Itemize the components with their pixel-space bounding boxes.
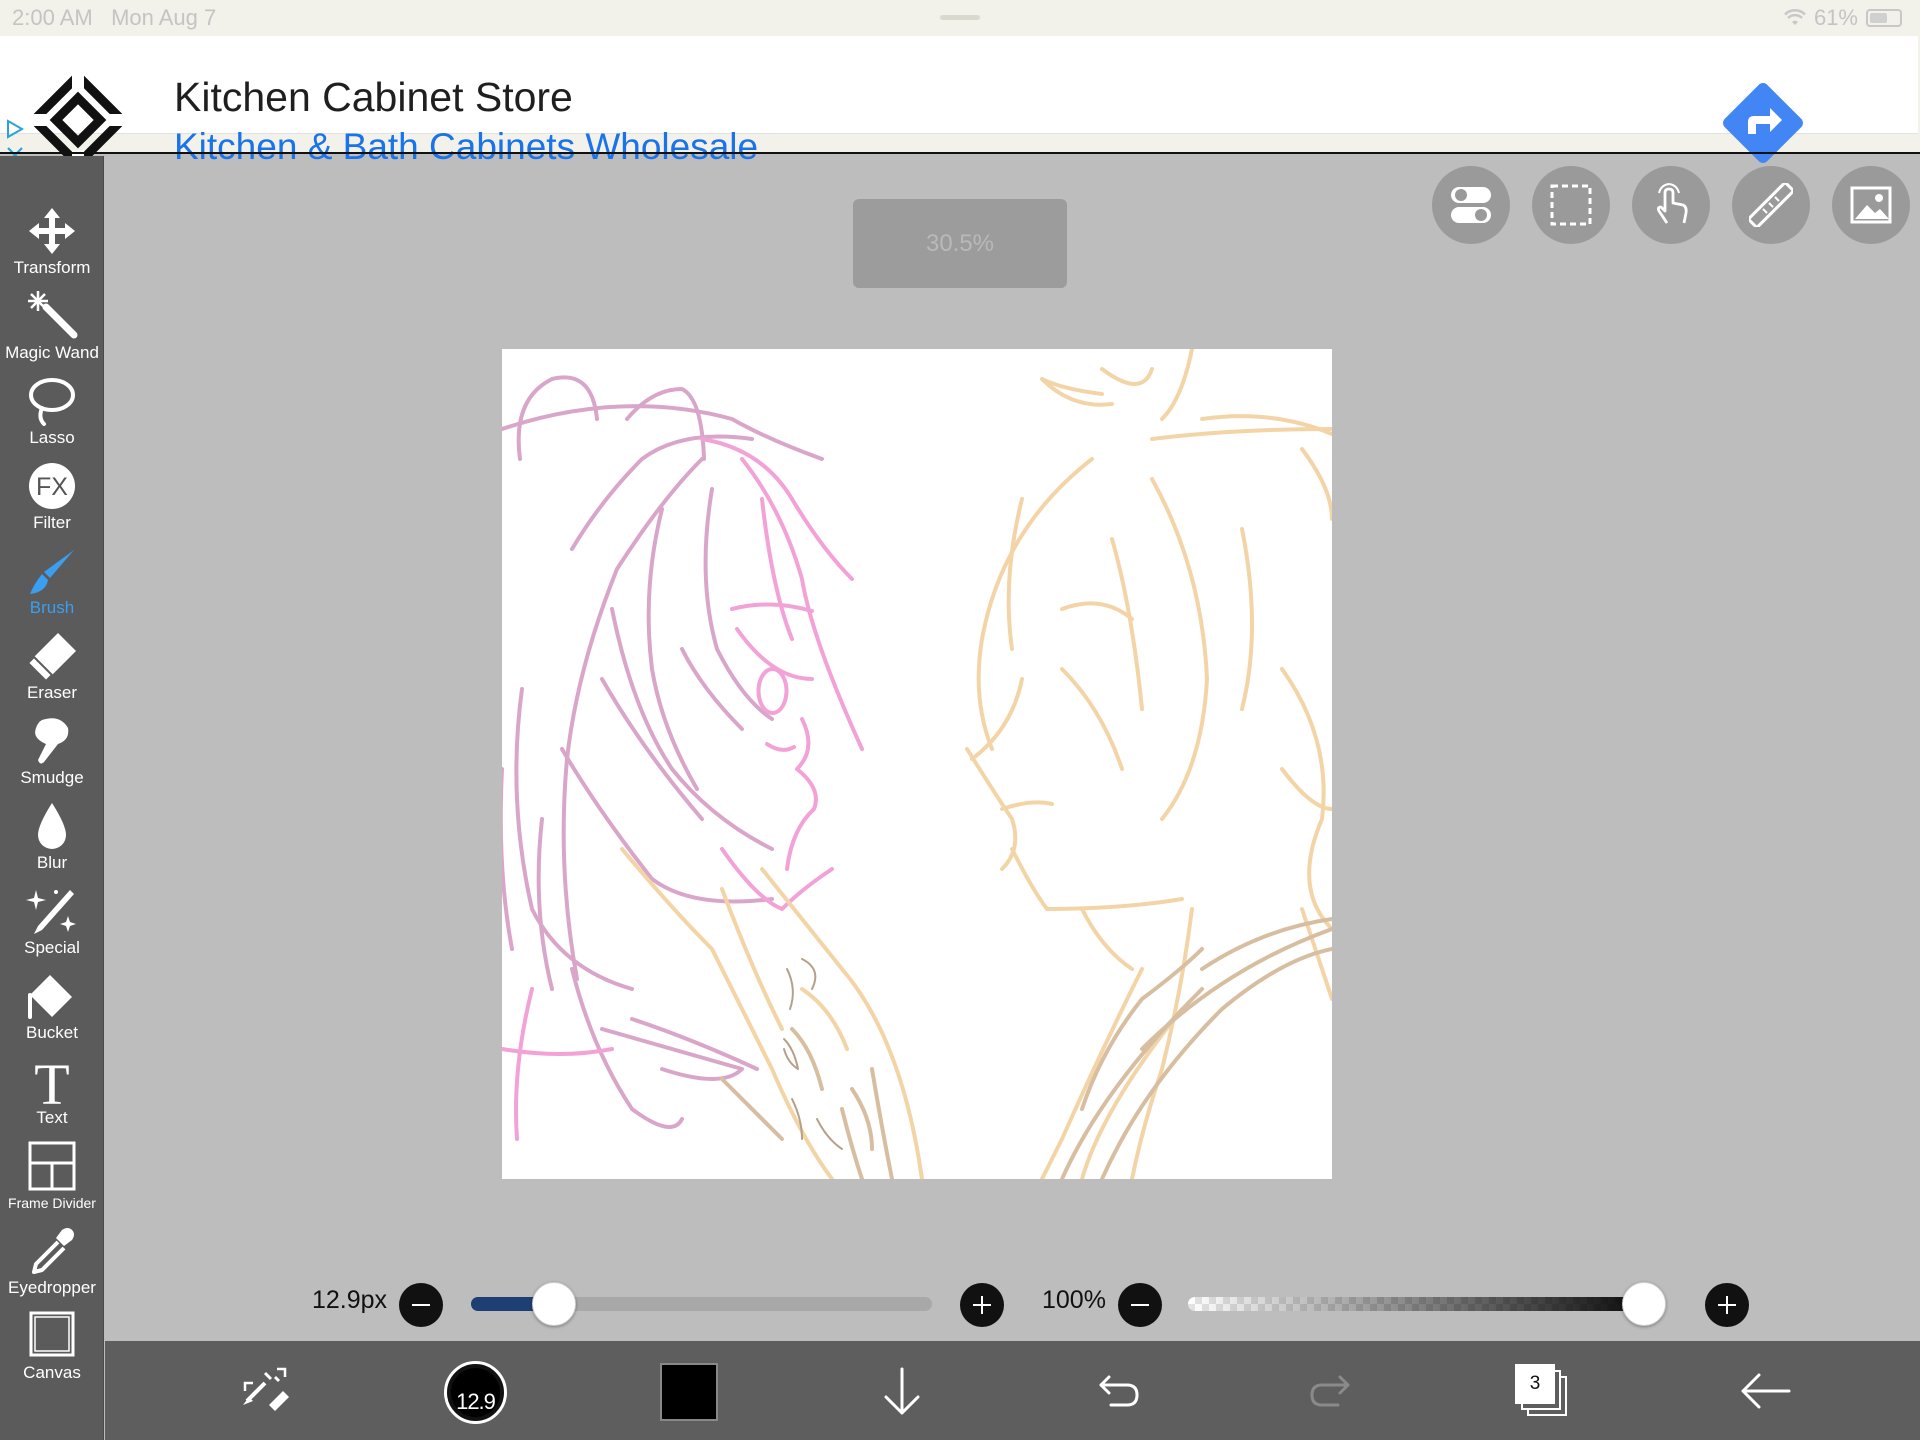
status-bar: 2:00 AM Mon Aug 7 61% [0, 0, 1920, 34]
eraser-icon [26, 633, 76, 683]
download-button[interactable] [862, 1341, 942, 1440]
quick-actions-button[interactable] [225, 1341, 305, 1440]
ad-banner[interactable]: Kitchen Cabinet Store Kitchen & Bath Cab… [0, 34, 1920, 170]
touch-icon [1656, 183, 1688, 224]
tool-smudge[interactable]: Smudge [0, 714, 104, 799]
selection-icon [1550, 184, 1592, 226]
brush-icon [30, 550, 74, 594]
brush-size-badge: 12.9 [456, 1389, 496, 1414]
adchoices-icon[interactable] [4, 118, 26, 140]
bucket-icon [28, 975, 72, 1019]
ruler-icon [1749, 183, 1793, 227]
tool-magic-wand[interactable]: Magic Wand [0, 289, 104, 374]
brush-opacity-slider[interactable] [1188, 1297, 1664, 1311]
undo-button[interactable] [1077, 1341, 1157, 1440]
zoom-indicator: 30.5% [853, 199, 1067, 288]
arrow-down-icon [884, 1367, 920, 1415]
fx-icon: FX [29, 463, 75, 509]
arrow-left-icon [1741, 1373, 1791, 1409]
magic-wand-icon [28, 291, 78, 339]
wifi-icon [1784, 9, 1806, 25]
size-increase-button[interactable] [960, 1283, 1004, 1327]
selection-button[interactable] [1532, 166, 1610, 244]
tool-panel: Transform Magic Wand Lasso FX Filter Bru… [0, 156, 104, 1440]
tool-label: Canvas [23, 1363, 81, 1382]
tool-transform[interactable]: Transform [0, 204, 104, 289]
tool-label: Lasso [29, 428, 75, 447]
tool-special[interactable]: Special [0, 884, 104, 969]
tool-label: Filter [33, 513, 71, 532]
status-right: 61% [1784, 5, 1902, 31]
opacity-decrease-button[interactable] [1118, 1283, 1162, 1327]
layer-count-badge: 3 [1515, 1364, 1555, 1404]
droplet-icon [38, 803, 66, 849]
redo-icon [1310, 1375, 1350, 1407]
tool-label: Smudge [20, 768, 84, 787]
tool-label: Special [24, 938, 80, 957]
multitask-grabber[interactable] [940, 15, 980, 20]
ruler-button[interactable] [1732, 166, 1810, 244]
ad-subtitle[interactable]: Kitchen & Bath Cabinets Wholesale [174, 126, 758, 168]
directions-icon[interactable] [1716, 76, 1810, 170]
tool-bucket[interactable]: Bucket [0, 969, 104, 1054]
tool-label: Eyedropper [8, 1278, 96, 1297]
opacity-increase-button[interactable] [1705, 1283, 1749, 1327]
tool-label: Blur [36, 853, 68, 872]
sketch-artwork [502, 349, 1332, 1179]
toggle-icon [1451, 187, 1491, 223]
status-time: 2:00 AM Mon Aug 7 [12, 5, 217, 30]
tool-label: Eraser [26, 683, 78, 702]
tool-brush[interactable]: Brush [0, 544, 104, 629]
brush-opacity-slider-handle[interactable] [1622, 1282, 1666, 1326]
color-picker-button[interactable] [660, 1363, 718, 1421]
frame-divider-icon [28, 1141, 76, 1191]
toggle-settings-button[interactable] [1432, 166, 1510, 244]
tool-label: Magic Wand [5, 343, 99, 362]
lasso-icon [29, 378, 75, 426]
eyedropper-icon [32, 1228, 74, 1274]
svg-text:T: T [34, 1054, 69, 1108]
touch-button[interactable] [1632, 166, 1710, 244]
tool-label: Text [36, 1108, 68, 1127]
bottom-toolbar: 12.9 3 [105, 1341, 1920, 1440]
brush-size-value: 12.9px [312, 1286, 388, 1314]
tool-label: Frame Divider [8, 1195, 96, 1211]
tool-filter[interactable]: FX Filter [0, 459, 104, 544]
move-arrows-icon [29, 208, 75, 254]
battery-icon [1866, 9, 1902, 27]
transform-arrows-icon [243, 1367, 289, 1411]
battery-percent: 61% [1813, 5, 1858, 30]
layers-button[interactable]: 3 [1515, 1364, 1571, 1420]
brush-opacity-value: 100% [1042, 1286, 1106, 1314]
brush-size-button[interactable]: 12.9 [444, 1361, 507, 1424]
tool-label: Bucket [26, 1023, 78, 1042]
canvas-icon [29, 1311, 75, 1357]
ad-divider [0, 152, 1920, 154]
ad-title[interactable]: Kitchen Cabinet Store [174, 74, 573, 121]
text-icon: T [34, 1054, 69, 1108]
size-decrease-button[interactable] [399, 1283, 443, 1327]
smudge-icon [35, 718, 69, 764]
undo-icon [1099, 1375, 1139, 1407]
back-button[interactable] [1725, 1341, 1805, 1440]
tool-frame-divider[interactable]: Frame Divider [0, 1139, 104, 1224]
brush-size-slider-handle[interactable] [531, 1282, 576, 1326]
tool-text[interactable]: T Text [0, 1054, 104, 1139]
tool-blur[interactable]: Blur [0, 799, 104, 884]
tool-lasso[interactable]: Lasso [0, 374, 104, 459]
tool-label: Transform [13, 258, 91, 277]
tool-eraser[interactable]: Eraser [0, 629, 104, 714]
brand-logo-icon [28, 70, 128, 170]
sparkle-pen-icon [26, 890, 76, 934]
reference-image-button[interactable] [1832, 166, 1910, 244]
tool-eyedropper[interactable]: Eyedropper [0, 1224, 104, 1309]
redo-button[interactable] [1292, 1341, 1372, 1440]
tool-label: Brush [29, 598, 75, 617]
tool-canvas[interactable]: Canvas [0, 1309, 104, 1394]
drawing-canvas[interactable] [502, 349, 1332, 1179]
image-icon [1850, 186, 1892, 224]
svg-text:FX: FX [36, 473, 68, 501]
